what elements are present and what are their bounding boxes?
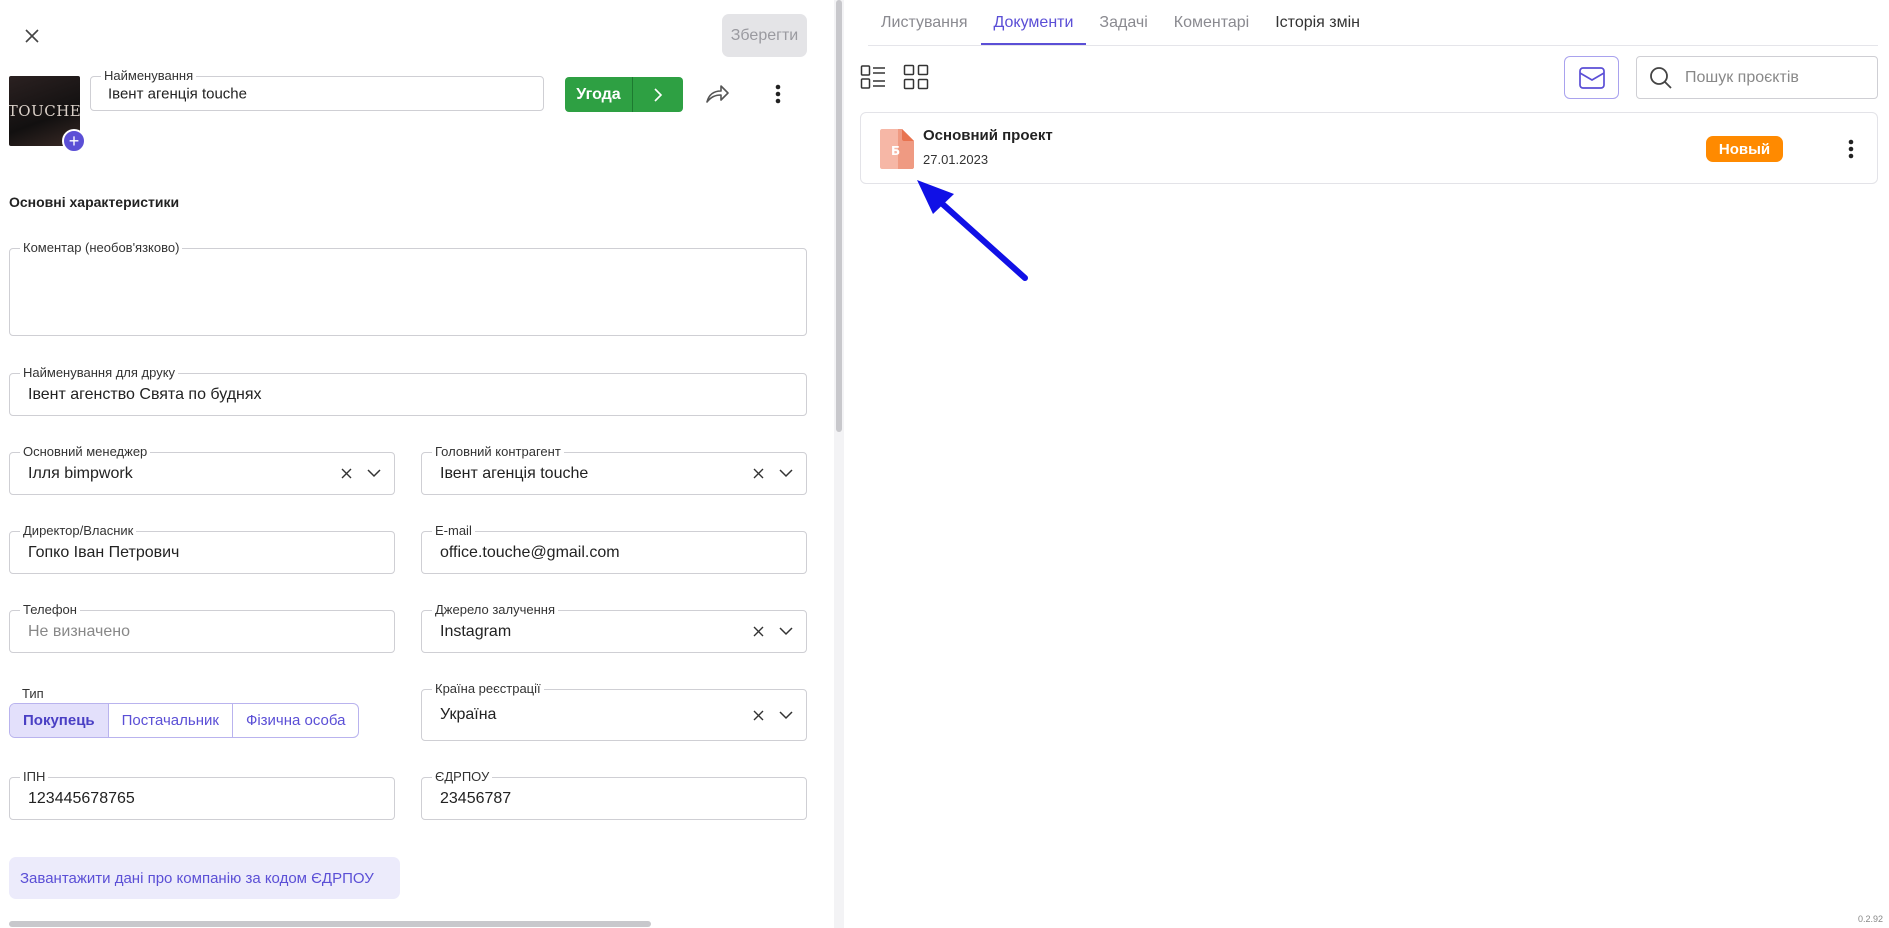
search-input[interactable] (1685, 57, 1870, 98)
chevron-right-icon[interactable] (633, 77, 683, 112)
ipn-label: ІПН (20, 770, 49, 784)
document-icon: Б (880, 129, 914, 169)
documents-panel: Листування Документи Задачі Коментарі Іс… (844, 0, 1889, 928)
vertical-scrollbar[interactable] (836, 0, 842, 432)
tab-bar: Листування Документи Задачі Коментарі Іс… (868, 0, 1373, 45)
avatar-logo: TOUCHE (9, 102, 80, 120)
comment-label: Коментар (необов'язково) (20, 241, 183, 255)
print-name-field[interactable]: Найменування для друку Івент агенство Св… (9, 366, 807, 416)
manager-label: Основний менеджер (20, 445, 151, 459)
manager-select[interactable]: Основний менеджер Ілля bimpwork (9, 445, 395, 495)
ipn-field[interactable]: ІПН 123445678765 (9, 770, 395, 820)
email-field[interactable]: E-mail office.touche@gmail.com (421, 524, 807, 574)
chevron-down-icon[interactable] (366, 466, 382, 482)
tab-comments[interactable]: Коментарі (1161, 0, 1262, 45)
email-value[interactable]: office.touche@gmail.com (440, 544, 620, 562)
entity-form-panel: Зберегти TOUCHE + Найменування Івент аге… (0, 0, 834, 928)
source-label: Джерело залучення (432, 603, 559, 617)
tab-documents[interactable]: Документи (980, 0, 1087, 45)
edrpou-label: ЄДРПОУ (432, 770, 493, 784)
share-icon[interactable] (704, 82, 730, 106)
archive-icon (1578, 66, 1605, 89)
print-name-value[interactable]: Івент агенство Свята по буднях (28, 386, 262, 404)
deal-label[interactable]: Угода (565, 77, 633, 112)
tab-history[interactable]: Історія змін (1262, 0, 1373, 45)
phone-placeholder[interactable]: Не визначено (28, 623, 130, 641)
more-vertical-icon[interactable] (768, 82, 788, 106)
archive-button[interactable] (1564, 56, 1619, 99)
document-title[interactable]: Основний проект (923, 127, 1053, 144)
tabs-divider (868, 45, 1878, 46)
edrpou-value[interactable]: 23456787 (440, 790, 511, 808)
country-value[interactable]: Україна (440, 706, 496, 724)
close-icon[interactable] (20, 24, 44, 48)
clear-x-icon[interactable] (750, 707, 766, 723)
print-name-label: Найменування для друку (20, 366, 179, 380)
tab-tasks[interactable]: Задачі (1086, 0, 1160, 45)
director-value[interactable]: Гопко Іван Петрович (28, 544, 179, 562)
chevron-down-icon[interactable] (778, 707, 794, 723)
chevron-down-icon[interactable] (778, 624, 794, 640)
more-vertical-icon[interactable] (1841, 137, 1861, 161)
type-option-buyer[interactable]: Покупець (10, 704, 109, 737)
clear-x-icon[interactable] (750, 466, 766, 482)
document-date: 27.01.2023 (923, 152, 989, 167)
comment-field[interactable]: Коментар (необов'язково) (9, 241, 807, 336)
manager-value[interactable]: Ілля bimpwork (28, 465, 133, 483)
section-title: Основні характеристики (9, 194, 180, 210)
load-company-data-button[interactable]: Завантажити дані про компанію за кодом Є… (9, 857, 400, 899)
clear-x-icon[interactable] (750, 624, 766, 640)
document-icon-letter: Б (891, 144, 900, 158)
source-select[interactable]: Джерело залучення Instagram (421, 603, 807, 653)
chevron-down-icon[interactable] (778, 466, 794, 482)
edrpou-field[interactable]: ЄДРПОУ 23456787 (421, 770, 807, 820)
status-badge: Новый (1706, 136, 1783, 162)
name-field[interactable]: Найменування Івент агенція touche (90, 69, 544, 111)
counterparty-label: Головний контрагент (432, 445, 564, 459)
counterparty-value[interactable]: Івент агенція touche (440, 465, 588, 483)
source-value[interactable]: Instagram (440, 623, 511, 641)
counterparty-select[interactable]: Головний контрагент Івент агенція touche (421, 445, 807, 495)
annotation-arrow (917, 180, 1028, 281)
deal-button[interactable]: Угода (565, 77, 683, 112)
tab-correspondence[interactable]: Листування (868, 0, 981, 45)
name-value[interactable]: Івент агенція touche (108, 85, 247, 102)
phone-label: Телефон (20, 603, 80, 617)
save-button[interactable]: Зберегти (722, 14, 807, 57)
grid-view-icon[interactable] (903, 64, 929, 90)
name-label: Найменування (101, 69, 197, 83)
phone-field[interactable]: Телефон Не визначено (9, 603, 395, 653)
type-segmented-control[interactable]: Покупець Постачальник Фізична особа (9, 703, 360, 738)
list-view-icon[interactable] (860, 64, 886, 90)
horizontal-scrollbar[interactable] (9, 921, 651, 927)
plus-icon[interactable]: + (62, 129, 86, 153)
version-label: 0.2.92 (1857, 914, 1883, 924)
ipn-value[interactable]: 123445678765 (28, 790, 135, 808)
director-field[interactable]: Директор/Власник Гопко Іван Петрович (9, 524, 395, 574)
search-icon (1650, 67, 1672, 89)
clear-x-icon[interactable] (338, 466, 354, 482)
type-label: Тип (22, 686, 44, 701)
director-label: Директор/Власник (20, 524, 137, 538)
search-box[interactable] (1636, 56, 1878, 99)
type-option-individual[interactable]: Фізична особа (233, 704, 359, 737)
email-label: E-mail (432, 524, 475, 538)
country-select[interactable]: Країна реєстрації Україна (421, 682, 807, 741)
type-option-supplier[interactable]: Постачальник (109, 704, 233, 737)
country-label: Країна реєстрації (432, 682, 544, 696)
